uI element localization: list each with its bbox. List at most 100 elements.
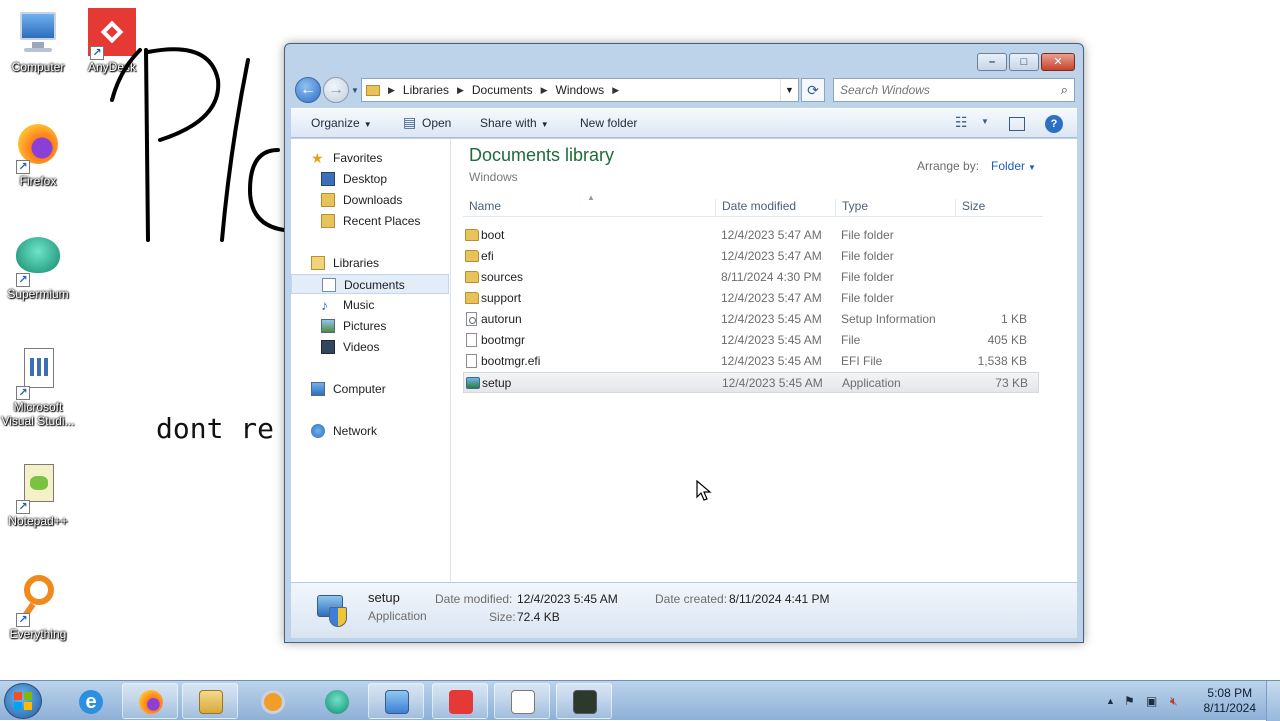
documents-icon (322, 278, 336, 292)
file-date: 12/4/2023 5:45 AM (721, 312, 822, 326)
nav-music[interactable]: ♪ Music (291, 295, 449, 315)
organize-button[interactable]: Organize ▼ (311, 116, 372, 130)
desktop-icon-label: Microsoft Visual Studi... (1, 400, 75, 428)
view-options-icon[interactable]: ☷ (955, 114, 968, 131)
breadcrumb-libraries[interactable]: Libraries (403, 83, 449, 97)
application-icon (466, 377, 480, 389)
file-row[interactable]: autorun 12/4/2023 5:45 AM Setup Informatio… (463, 309, 1039, 330)
minimize-button[interactable]: – (977, 53, 1007, 71)
desktop-icon-everything[interactable]: ↗ Everything (0, 575, 76, 641)
preview-pane-icon[interactable] (1009, 117, 1025, 131)
forward-button[interactable]: → (323, 77, 349, 103)
help-icon[interactable]: ? (1045, 115, 1063, 133)
file-type: File folder (841, 249, 894, 263)
nav-desktop[interactable]: Desktop (291, 169, 449, 189)
taskbar-supermium[interactable] (308, 683, 364, 719)
nav-documents[interactable]: Documents (291, 274, 449, 294)
libraries-icon (311, 256, 325, 270)
folder-icon (465, 271, 479, 283)
file-row[interactable]: support 12/4/2023 5:47 AM File folder (463, 288, 1039, 309)
chevron-down-icon[interactable]: ▼ (981, 117, 989, 126)
file-name: support (481, 291, 522, 305)
nav-network[interactable]: Network (291, 421, 449, 441)
show-hidden-icons-icon[interactable]: ▲ (1106, 696, 1115, 706)
folder-icon (465, 229, 479, 241)
desktop-icon-visual-studio[interactable]: ↗ Microsoft Visual Studi... (0, 348, 76, 428)
search-input[interactable] (840, 79, 1050, 101)
desktop-icon-computer[interactable]: Computer (0, 8, 76, 74)
taskbar-explorer[interactable] (182, 683, 238, 719)
new-folder-button[interactable]: New folder (580, 116, 637, 130)
title-bar[interactable]: – □ ✕ (285, 44, 1083, 76)
nav-pictures[interactable]: Pictures (291, 316, 449, 336)
desktop-icon-notepadpp[interactable]: ↗ Notepad++ (0, 462, 76, 528)
star-icon: ★ (311, 150, 324, 166)
search-icon[interactable]: ⌕ (1061, 82, 1068, 98)
desktop-icon (321, 172, 335, 186)
desktop-icon-label: Computer (11, 60, 65, 74)
network-tray-icon[interactable]: ▣ (1146, 694, 1157, 708)
file-date: 12/4/2023 5:47 AM (721, 291, 822, 305)
nav-videos[interactable]: Videos (291, 337, 449, 357)
videos-icon (321, 340, 335, 354)
file-size: 73 KB (995, 376, 1028, 390)
address-bar[interactable]: ▶ Libraries ▶ Documents ▶ Windows ▶ ▼ (361, 78, 799, 102)
start-button[interactable] (4, 683, 42, 719)
file-size: 1,538 KB (977, 354, 1027, 368)
file-name: sources (481, 270, 524, 284)
windows-logo-icon (14, 692, 32, 710)
refresh-button[interactable]: ⟳ (801, 78, 825, 102)
taskbar-visual-studio[interactable] (494, 683, 550, 719)
file-row[interactable]: bootmgr.efi 12/4/2023 5:45 AM EFI File 1,53… (463, 351, 1039, 372)
folder-icon (465, 250, 479, 262)
maximize-button[interactable]: □ (1009, 53, 1039, 71)
desktop-icon-supermium[interactable]: ↗ Supermium (0, 235, 76, 301)
breadcrumb-documents[interactable]: Documents (472, 83, 533, 97)
volume-muted-icon[interactable]: 🔇︎ (1170, 694, 1178, 709)
address-dropdown-icon[interactable]: ▼ (780, 79, 798, 101)
taskbar-control-panel[interactable] (368, 683, 424, 719)
column-header-date[interactable]: Date modified (715, 199, 835, 217)
chevron-down-icon: ▼ (540, 120, 549, 129)
close-icon: ✕ (1053, 56, 1063, 68)
search-box[interactable]: ⌕ (833, 78, 1075, 102)
file-row[interactable]: efi 12/4/2023 5:47 AM File folder (463, 246, 1039, 267)
taskbar-media-player[interactable] (244, 683, 300, 719)
back-arrow-icon: ← (300, 81, 316, 98)
file-row[interactable]: sources 8/11/2024 4:30 PM File folder (463, 267, 1039, 288)
action-center-flag-icon[interactable]: ⚑ (1124, 694, 1135, 708)
file-row[interactable]: boot 12/4/2023 5:47 AM File folder (463, 225, 1039, 246)
nav-label: Desktop (343, 172, 388, 186)
anydesk-icon (449, 690, 473, 714)
nav-downloads[interactable]: Downloads (291, 190, 449, 210)
details-date-modified-label: Date modified: (435, 592, 513, 606)
file-row-selected[interactable]: setup 12/4/2023 5:45 AM Application 73 KB (463, 372, 1039, 393)
file-row[interactable]: bootmgr 12/4/2023 5:45 AM File 405 KB (463, 330, 1039, 351)
terminal-icon (573, 690, 597, 714)
handwritten-scribble (110, 47, 286, 242)
column-header-size[interactable]: Size (955, 199, 1035, 217)
organize-label: Organize (311, 116, 360, 130)
clock[interactable]: 5:08 PM 8/11/2024 (1204, 686, 1257, 716)
nav-libraries[interactable]: Libraries (291, 253, 449, 273)
taskbar-terminal[interactable] (556, 683, 612, 719)
desktop-icon-firefox[interactable]: ↗ Firefox (0, 122, 76, 188)
breadcrumb-windows[interactable]: Windows (556, 83, 605, 97)
column-header-name[interactable]: Name ▲ (463, 193, 717, 217)
back-button[interactable]: ← (295, 77, 321, 103)
recent-pages-dropdown[interactable]: ▼ (351, 86, 359, 95)
arrange-by-dropdown[interactable]: Folder ▼ (991, 159, 1036, 173)
close-button[interactable]: ✕ (1041, 53, 1075, 71)
share-with-button[interactable]: Share with ▼ (480, 116, 549, 130)
column-header-type[interactable]: Type (835, 199, 955, 217)
open-button[interactable]: Open (422, 116, 451, 130)
nav-favorites[interactable]: ★ Favorites (291, 148, 449, 168)
nav-recent-places[interactable]: Recent Places (291, 211, 449, 231)
details-file-name: setup (368, 590, 400, 605)
taskbar-anydesk[interactable] (432, 683, 488, 719)
taskbar-firefox[interactable] (122, 683, 178, 719)
taskbar-internet-explorer[interactable]: e (62, 683, 118, 719)
show-desktop-button[interactable] (1266, 681, 1280, 721)
nav-computer[interactable]: Computer (291, 379, 449, 399)
desktop-icon-label: Everything (9, 627, 67, 641)
